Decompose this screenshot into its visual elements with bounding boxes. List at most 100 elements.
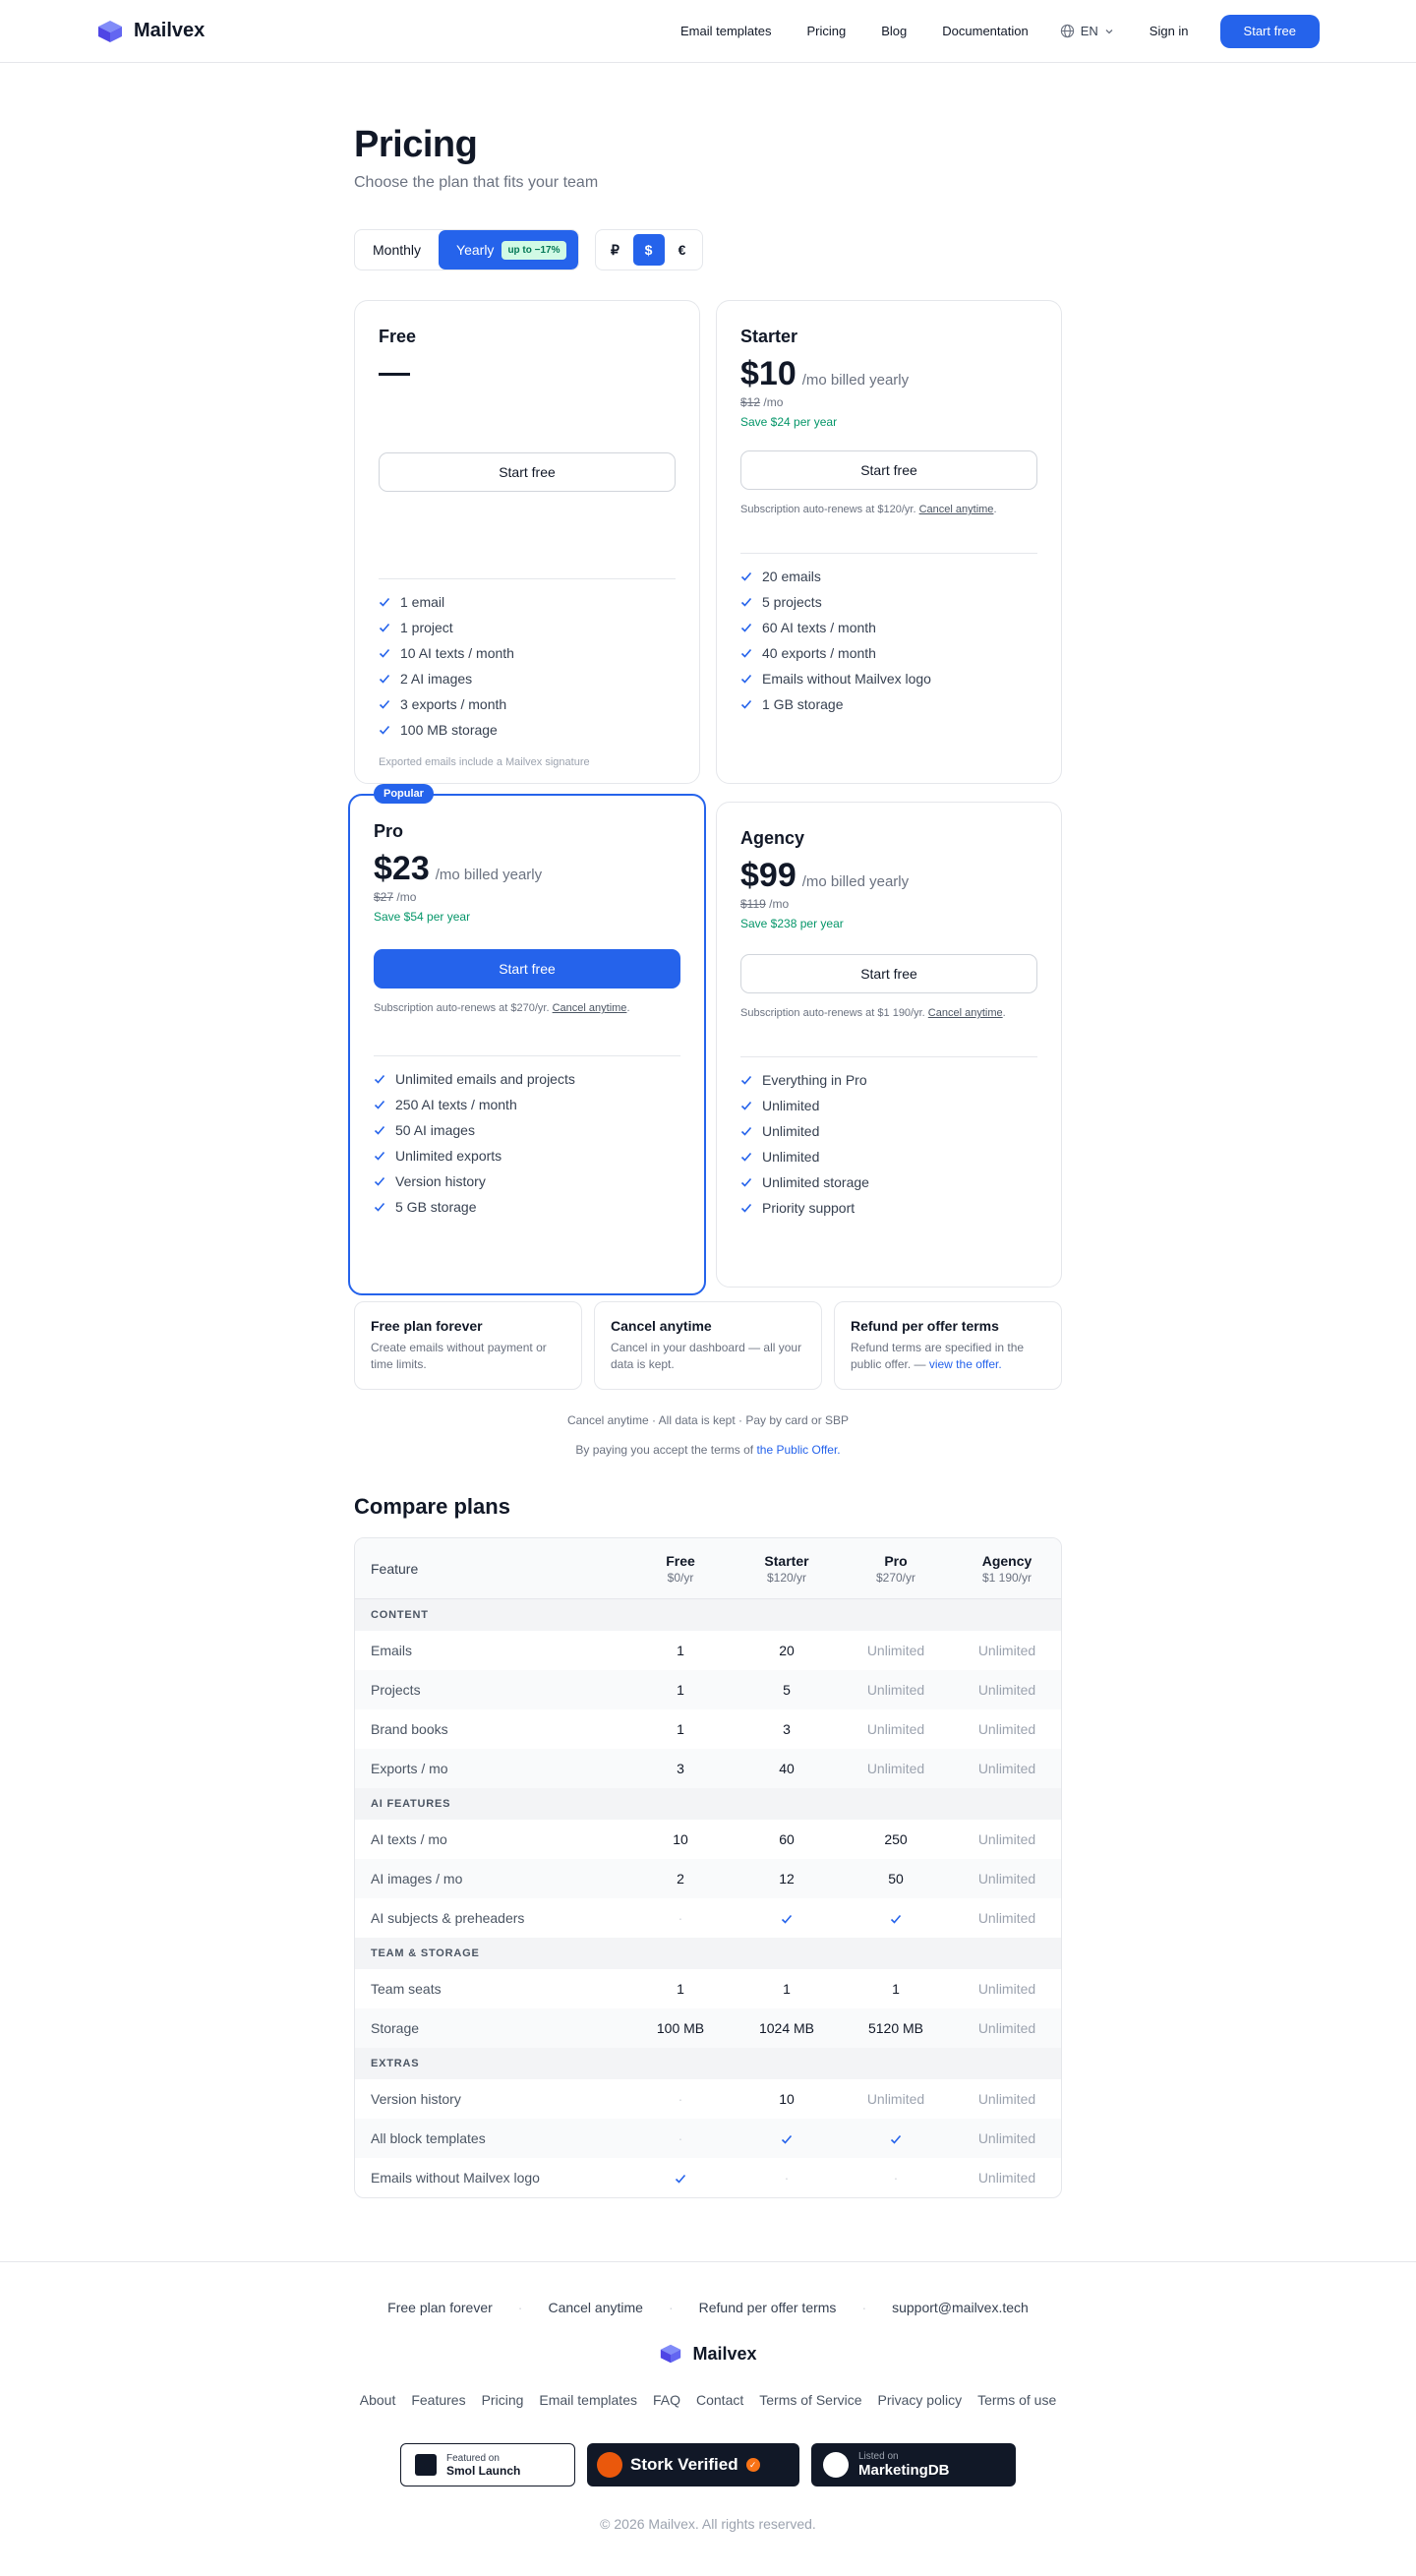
footer-link-features[interactable]: Features — [411, 2392, 465, 2408]
feature-text: Priority support — [762, 1200, 856, 1216]
savings-text: Save $24 per year — [740, 415, 838, 429]
yearly-discount-badge: up to −17% — [502, 240, 566, 260]
footer-highlights: Free plan forever · Cancel anytime · Ref… — [0, 2300, 1416, 2315]
site-footer: Free plan forever · Cancel anytime · Ref… — [0, 2261, 1416, 2571]
feature-label: Emails — [371, 1643, 413, 1658]
footer-logo[interactable]: Mailvex — [0, 2343, 1416, 2365]
currency-eur-option[interactable]: € — [667, 234, 698, 266]
smol-launch-badge[interactable]: Featured on Smol Launch — [400, 2443, 575, 2486]
check-icon — [740, 1177, 752, 1187]
billing-period-toggle: Monthly Yearly up to −17% — [354, 229, 579, 270]
cell-check — [735, 1910, 839, 1926]
savings-text: Save $54 per year — [374, 910, 471, 924]
page-title: Pricing — [354, 124, 478, 165]
feature-item: 1 email — [379, 589, 676, 615]
check-icon — [781, 2135, 793, 2144]
price-row: $99 /mo billed yearly — [740, 857, 1037, 895]
header-start-free-button[interactable]: Start free — [1219, 14, 1320, 48]
section-title: TEAM & STORAGE — [371, 1947, 480, 1959]
cell-value: Unlimited — [977, 1721, 1036, 1737]
cell-check — [839, 2130, 953, 2146]
feature-label: Brand books — [371, 1721, 448, 1737]
guarantee-card: Refund per offer terms Refund terms are … — [834, 1301, 1062, 1390]
feature-item: 60 AI texts / month — [740, 615, 1037, 640]
footer-separator: · — [517, 2300, 523, 2315]
section-title: CONTENT — [371, 1609, 429, 1621]
cell-value: 250 — [884, 1831, 908, 1847]
feature-item: Unlimited — [740, 1093, 1037, 1118]
stork-verified-badge[interactable]: Stork Verified ✓ — [587, 2443, 799, 2486]
compare-section-header: AI FEATURES — [355, 1788, 1061, 1820]
view-offer-link[interactable]: view the offer. — [929, 1357, 1002, 1371]
cell-check — [626, 2170, 735, 2186]
cell-value: Unlimited — [866, 1682, 925, 1698]
footer-link-faq[interactable]: FAQ — [653, 2392, 680, 2408]
cancel-anytime-link[interactable]: Cancel anytime — [928, 1007, 1003, 1019]
guarantee-title: Refund per offer terms — [851, 1318, 999, 1334]
feature-item: 5 GB storage — [374, 1194, 680, 1220]
compare-row: All block templates · Unlimited — [355, 2119, 1061, 2158]
nav-pricing[interactable]: Pricing — [806, 24, 846, 38]
feature-text: 5 projects — [762, 594, 822, 610]
nav-blog[interactable]: Blog — [881, 24, 907, 38]
renewal-note: Subscription auto-renews at $1 190/yr. C… — [740, 1007, 1006, 1019]
support-email-link[interactable]: support@mailvex.tech — [892, 2300, 1029, 2315]
footer-link-pricing[interactable]: Pricing — [482, 2392, 524, 2408]
check-icon — [890, 2135, 902, 2144]
feature-text: Version history — [395, 1173, 486, 1189]
footer-link-about[interactable]: About — [360, 2392, 396, 2408]
feature-item: Priority support — [740, 1195, 1037, 1221]
agency-start-button[interactable]: Start free — [740, 954, 1037, 993]
cancel-anytime-link[interactable]: Cancel anytime — [553, 1002, 627, 1014]
check-icon — [374, 1125, 385, 1135]
nav-documentation[interactable]: Documentation — [942, 24, 1028, 38]
currency-usd-option[interactable]: $ — [632, 234, 665, 266]
public-offer-link[interactable]: the Public Offer. — [756, 1443, 840, 1457]
billing-yearly-option[interactable]: Yearly up to −17% — [439, 230, 578, 270]
footer-badges: Featured on Smol Launch Stork Verified ✓ … — [0, 2443, 1416, 2486]
free-start-button[interactable]: Start free — [379, 452, 676, 492]
currency-toggle: ₽ $ € — [594, 229, 703, 270]
feature-item: Emails without Mailvex logo — [740, 666, 1037, 691]
billing-monthly-option[interactable]: Monthly — [355, 230, 439, 270]
check-icon — [374, 1074, 385, 1084]
smol-launch-icon — [415, 2454, 437, 2476]
marketingdb-badge[interactable]: Listed on MarketingDB — [811, 2443, 1016, 2486]
feature-text: 5 GB storage — [395, 1199, 477, 1215]
footer-link-terms-of-use[interactable]: Terms of use — [977, 2392, 1056, 2408]
check-icon — [374, 1176, 385, 1186]
cell-value: · — [678, 2130, 683, 2146]
card-divider — [379, 578, 676, 579]
feature-text: 20 emails — [762, 569, 821, 584]
guarantee-card: Free plan forever Create emails without … — [354, 1301, 582, 1390]
feature-item: 3 exports / month — [379, 691, 676, 717]
check-icon — [374, 1151, 385, 1161]
popular-badge: Popular — [374, 784, 434, 804]
footer-link-terms-of-service[interactable]: Terms of Service — [759, 2392, 861, 2408]
pro-start-button[interactable]: Start free — [374, 949, 680, 988]
cancel-anytime-link[interactable]: Cancel anytime — [919, 504, 994, 515]
sign-in-link[interactable]: Sign in — [1150, 24, 1189, 38]
footer-link-privacy-policy[interactable]: Privacy policy — [878, 2392, 963, 2408]
feature-item: 1 GB storage — [740, 691, 1037, 717]
brand-logo[interactable]: Mailvex — [96, 19, 205, 44]
verified-check-icon: ✓ — [745, 2458, 760, 2472]
feature-item: Unlimited — [740, 1144, 1037, 1169]
column-name: Free — [666, 1552, 695, 1569]
pricing-main: Pricing Choose the plan that fits your t… — [348, 63, 1062, 2198]
footer-link-email-templates[interactable]: Email templates — [539, 2392, 637, 2408]
language-selector[interactable]: EN — [1060, 24, 1114, 38]
currency-rub-option[interactable]: ₽ — [600, 234, 631, 266]
check-icon — [374, 1202, 385, 1212]
cell-value: Unlimited — [977, 1761, 1036, 1776]
check-icon — [740, 1101, 752, 1110]
starter-start-button[interactable]: Start free — [740, 450, 1037, 490]
nav-email-templates[interactable]: Email templates — [680, 24, 771, 38]
old-price-suffix: /mo — [396, 890, 417, 904]
footer-link-contact[interactable]: Contact — [696, 2392, 743, 2408]
compare-row: Brand books 1 3 Unlimited Unlimited — [355, 1709, 1061, 1749]
feature-text: 3 exports / month — [400, 696, 507, 712]
feature-list: Everything in Pro Unlimited Unlimited Un… — [740, 1067, 1037, 1221]
check-icon — [379, 648, 390, 658]
guarantee-title: Cancel anytime — [611, 1318, 712, 1334]
